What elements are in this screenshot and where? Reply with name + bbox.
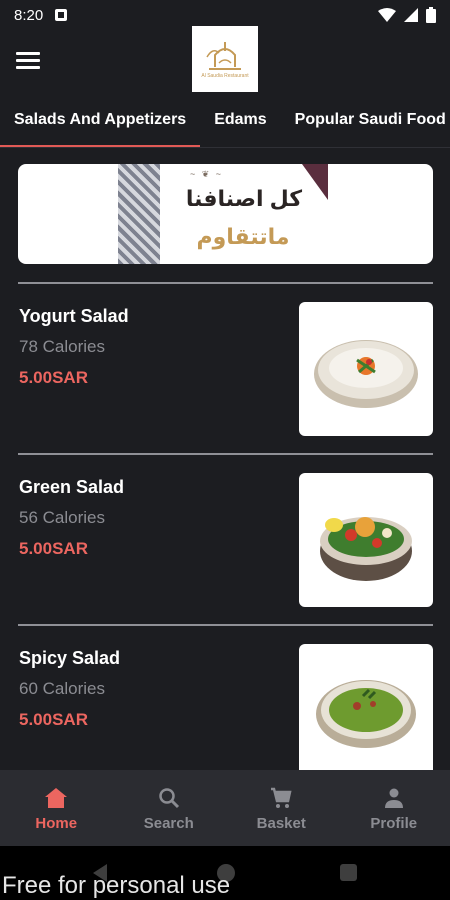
- logo-emblem-icon: [206, 42, 241, 70]
- person-icon: [384, 788, 403, 808]
- nav-profile[interactable]: Profile: [338, 770, 450, 846]
- status-time: 8:20: [14, 6, 44, 24]
- recents-icon[interactable]: [340, 864, 357, 881]
- list-item[interactable]: Green Salad 56 Calories 5.00SAR: [0, 473, 450, 609]
- home-icon: [45, 787, 68, 808]
- logo-tagline: Al Saudia Restaurant: [201, 73, 249, 79]
- yogurt-salad-bowl-icon: [314, 340, 418, 408]
- tab-popular-saudi-food[interactable]: Popular Saudi Food: [281, 100, 450, 148]
- nav-label: Home: [35, 814, 78, 832]
- banner-subtitle: ماتتقاوم: [196, 224, 290, 249]
- item-price: 5.00SAR: [19, 710, 88, 729]
- nav-label: Profile: [370, 814, 418, 832]
- spicy-salad-image[interactable]: [299, 644, 433, 770]
- item-calories: 56 Calories: [19, 508, 105, 527]
- yogurt-salad-image[interactable]: [299, 302, 433, 436]
- item-calories: 60 Calories: [19, 679, 105, 698]
- menu-button[interactable]: [16, 52, 40, 72]
- banner-ornament-icon: ~ ❦ ~: [190, 169, 224, 179]
- green-salad-image[interactable]: [299, 473, 433, 607]
- item-name: Spicy Salad: [19, 648, 121, 668]
- item-price: 5.00SAR: [19, 539, 88, 558]
- search-icon: [159, 787, 179, 808]
- item-name: Green Salad: [19, 477, 125, 497]
- item-calories: 78 Calories: [19, 337, 105, 356]
- tab-edams[interactable]: Edams: [200, 100, 280, 148]
- nav-basket[interactable]: Basket: [225, 770, 338, 846]
- nav-label: Basket: [256, 814, 306, 832]
- status-icons: [378, 7, 436, 23]
- restaurant-logo: Al Saudia Restaurant: [192, 26, 258, 92]
- green-salad-bowl-icon: [320, 517, 412, 581]
- app-bar: Al Saudia Restaurant: [0, 26, 450, 100]
- list-item[interactable]: Yogurt Salad 78 Calories 5.00SAR: [0, 302, 450, 438]
- watermark: Free for personal use: [2, 872, 231, 899]
- nav-label: Search: [143, 814, 194, 832]
- battery-icon: [426, 7, 436, 23]
- tab-salads-and-appetizers[interactable]: Salads And Appetizers: [0, 100, 201, 148]
- cart-icon: [271, 787, 292, 808]
- banner-pattern: [118, 164, 160, 264]
- notification-icon: [55, 9, 68, 21]
- promo-banner[interactable]: ~ ❦ ~ كل اصنافنا ماتتقاوم: [18, 164, 433, 264]
- banner-title: كل اصنافنا: [185, 186, 303, 211]
- spicy-salad-bowl-icon: [316, 680, 416, 748]
- signal-icon: [404, 8, 418, 22]
- item-name: Yogurt Salad: [19, 306, 129, 326]
- wifi-icon: [378, 8, 396, 22]
- category-tabs: Salads And Appetizers Edams Popular Saud…: [0, 100, 450, 148]
- list-item[interactable]: Spicy Salad 60 Calories 5.00SAR: [0, 644, 450, 770]
- bottom-navigation: Home Search Basket Profile: [0, 770, 450, 846]
- divider: [18, 453, 433, 455]
- divider: [18, 282, 433, 284]
- menu-icon: [16, 52, 40, 55]
- nav-search[interactable]: Search: [113, 770, 226, 846]
- menu-content[interactable]: ~ ❦ ~ كل اصنافنا ماتتقاوم Yogurt Salad 7…: [0, 148, 450, 770]
- banner-accent-shape: [302, 164, 328, 200]
- divider: [18, 624, 433, 626]
- item-price: 5.00SAR: [19, 368, 88, 387]
- nav-home[interactable]: Home: [0, 770, 113, 846]
